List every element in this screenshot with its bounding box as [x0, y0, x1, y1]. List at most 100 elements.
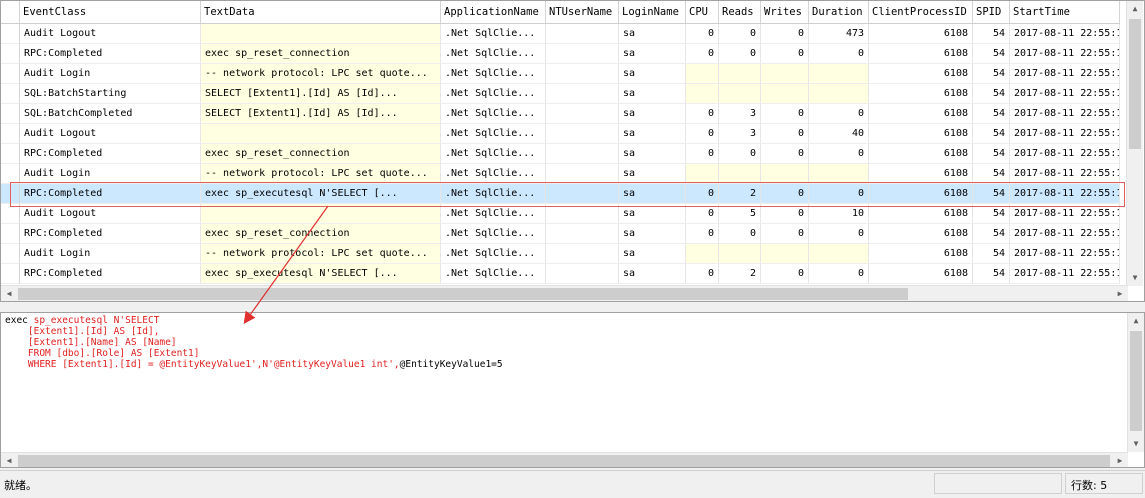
cell-nt — [546, 204, 619, 224]
cell-cpid: 6108 — [869, 204, 973, 224]
table-row[interactable]: Audit Login -- network protocol: LPC set … — [1, 244, 1120, 264]
row-header[interactable] — [1, 164, 20, 184]
cell-start: 2017-08-11 22:55:1 — [1010, 184, 1120, 204]
table-row[interactable]: RPC:Completed exec sp_reset_connection .Ne… — [1, 144, 1120, 164]
scroll-thumb[interactable] — [1130, 331, 1142, 431]
column-header-reads[interactable]: Reads — [719, 1, 761, 23]
text-vertical-scrollbar[interactable]: ▲ ▼ — [1127, 313, 1144, 452]
row-header[interactable] — [1, 264, 20, 284]
column-header-spid[interactable]: SPID — [973, 1, 1010, 23]
scroll-down-icon[interactable]: ▼ — [1128, 436, 1144, 452]
table-row[interactable]: Audit Login -- network protocol: LPC set … — [1, 64, 1120, 84]
table-row[interactable]: SQL:BatchStarting SELECT [Extent1].[Id] A… — [1, 84, 1120, 104]
column-header-eventclass[interactable]: EventClass — [20, 1, 201, 23]
scroll-up-icon[interactable]: ▲ — [1127, 1, 1143, 17]
row-header[interactable] — [1, 104, 20, 124]
table-row[interactable]: RPC:Completed exec sp_executesql N'SELECT… — [1, 264, 1120, 284]
row-header[interactable] — [1, 84, 20, 104]
cell-cpu: 0 — [686, 144, 719, 164]
cell-app: .Net SqlClie... — [441, 24, 546, 44]
cell-cpid: 6108 — [869, 244, 973, 264]
cell-event: Audit Login — [20, 164, 201, 184]
sql-line-3: [Extent1].[Name] AS [Name] — [5, 337, 177, 348]
row-header[interactable] — [1, 184, 20, 204]
cell-writes: 0 — [761, 44, 809, 64]
grid-rows: Audit Logout .Net SqlClie... sa 0 0 0 473 6108 5… — [1, 24, 1120, 284]
cell-event: RPC:Completed — [20, 44, 201, 64]
scroll-thumb[interactable] — [18, 288, 908, 300]
column-header-duration[interactable]: Duration — [809, 1, 869, 23]
row-header-corner — [1, 1, 20, 23]
scroll-left-icon[interactable]: ◀ — [1, 453, 17, 467]
trace-grid[interactable]: EventClass TextData ApplicationName NTUserN… — [0, 0, 1145, 302]
scroll-right-icon[interactable]: ▶ — [1112, 453, 1128, 467]
table-row[interactable]: Audit Logout .Net SqlClie... sa 0 3 0 40 6108 54… — [1, 124, 1120, 144]
grid-vertical-scrollbar[interactable]: ▲ ▼ — [1126, 1, 1143, 286]
cell-writes: 0 — [761, 224, 809, 244]
cell-duration — [809, 164, 869, 184]
row-header[interactable] — [1, 144, 20, 164]
cell-cpid: 6108 — [869, 144, 973, 164]
pane-splitter[interactable] — [0, 302, 1145, 312]
grid-header: EventClass TextData ApplicationName NTUserN… — [1, 1, 1120, 24]
column-header-writes[interactable]: Writes — [761, 1, 809, 23]
column-header-ntusername[interactable]: NTUserName — [546, 1, 619, 23]
cell-spid: 54 — [973, 104, 1010, 124]
row-header[interactable] — [1, 24, 20, 44]
column-header-textdata[interactable]: TextData — [201, 1, 441, 23]
cell-app: .Net SqlClie... — [441, 84, 546, 104]
cell-text: -- network protocol: LPC set quote... — [201, 164, 441, 184]
table-row[interactable]: RPC:Completed exec sp_executesql N'SELECT… — [1, 184, 1120, 204]
cell-start: 2017-08-11 22:55:1 — [1010, 124, 1120, 144]
row-header[interactable] — [1, 64, 20, 84]
cell-text: exec sp_reset_connection — [201, 224, 441, 244]
cell-app: .Net SqlClie... — [441, 44, 546, 64]
text-horizontal-scrollbar[interactable]: ◀ ▶ — [1, 452, 1128, 467]
cell-reads: 0 — [719, 224, 761, 244]
cell-duration: 0 — [809, 184, 869, 204]
cell-nt — [546, 184, 619, 204]
scroll-thumb[interactable] — [18, 455, 1110, 467]
cell-duration: 0 — [809, 144, 869, 164]
cell-start: 2017-08-11 22:55:1 — [1010, 224, 1120, 244]
scroll-up-icon[interactable]: ▲ — [1128, 313, 1144, 329]
row-header[interactable] — [1, 204, 20, 224]
cell-login: sa — [619, 184, 686, 204]
cell-login: sa — [619, 164, 686, 184]
row-header[interactable] — [1, 224, 20, 244]
table-row[interactable]: Audit Login -- network protocol: LPC set … — [1, 164, 1120, 184]
table-row[interactable]: SQL:BatchCompleted SELECT [Extent1].[Id] … — [1, 104, 1120, 124]
column-header-cpu[interactable]: CPU — [686, 1, 719, 23]
cell-reads: 2 — [719, 184, 761, 204]
table-row[interactable]: Audit Logout .Net SqlClie... sa 0 5 0 10 6108 54… — [1, 204, 1120, 224]
row-header[interactable] — [1, 244, 20, 264]
cell-app: .Net SqlClie... — [441, 264, 546, 284]
cell-reads — [719, 164, 761, 184]
cell-cpu: 0 — [686, 104, 719, 124]
scroll-thumb[interactable] — [1129, 19, 1141, 149]
cell-start: 2017-08-11 22:55:1 — [1010, 84, 1120, 104]
row-header[interactable] — [1, 44, 20, 64]
cell-spid: 54 — [973, 164, 1010, 184]
scroll-down-icon[interactable]: ▼ — [1127, 270, 1143, 286]
cell-duration: 0 — [809, 264, 869, 284]
cell-duration: 473 — [809, 24, 869, 44]
cell-writes — [761, 84, 809, 104]
row-header[interactable] — [1, 124, 20, 144]
cell-writes: 0 — [761, 204, 809, 224]
table-row[interactable]: Audit Logout .Net SqlClie... sa 0 0 0 473 6108 5… — [1, 24, 1120, 44]
grid-horizontal-scrollbar[interactable]: ◀ ▶ — [1, 285, 1128, 301]
cell-cpid: 6108 — [869, 104, 973, 124]
sql-line-5-black: @EntityKeyValue1=5 — [399, 359, 503, 370]
column-header-applicationname[interactable]: ApplicationName — [441, 1, 546, 23]
column-header-clientprocessid[interactable]: ClientProcessID — [869, 1, 973, 23]
scroll-right-icon[interactable]: ▶ — [1112, 286, 1128, 301]
scroll-left-icon[interactable]: ◀ — [1, 286, 17, 301]
column-header-loginname[interactable]: LoginName — [619, 1, 686, 23]
table-row[interactable]: RPC:Completed exec sp_reset_connection .Ne… — [1, 44, 1120, 64]
table-row[interactable]: RPC:Completed exec sp_reset_connection .Ne… — [1, 224, 1120, 244]
cell-duration: 0 — [809, 224, 869, 244]
cell-cpu — [686, 164, 719, 184]
text-data-pane[interactable]: exec sp_executesql N'SELECT [Extent1].[I… — [0, 312, 1145, 468]
column-header-starttime[interactable]: StartTime — [1010, 1, 1120, 23]
